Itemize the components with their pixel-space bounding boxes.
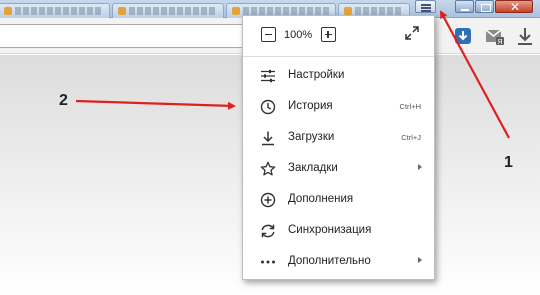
annotation-label-2: 2 [59, 92, 68, 109]
arrow-to-history [75, 99, 236, 110]
arrow-to-menu-button [440, 10, 510, 139]
annotation-label-1: 1 [504, 154, 513, 171]
annotation-arrows [75, 10, 510, 139]
